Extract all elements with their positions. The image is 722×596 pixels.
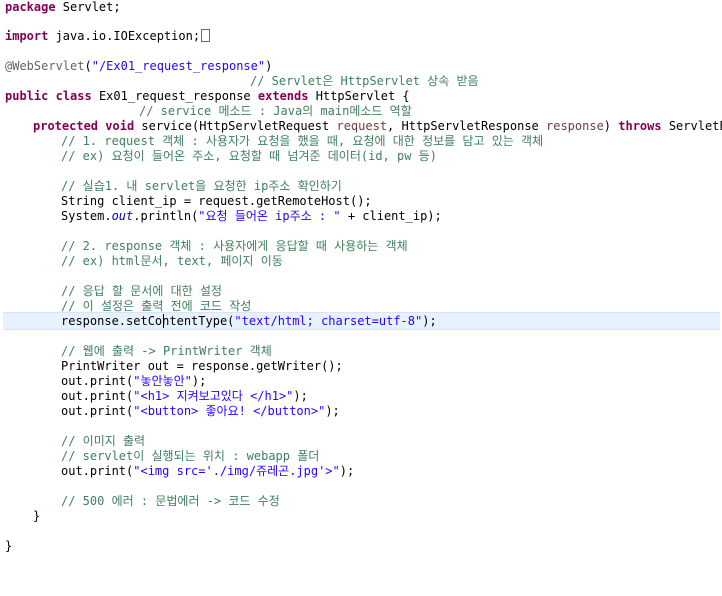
code-line-10: // 1. request 객체 : 사용자가 요청을 했을 때, 요청에 대한…	[61, 134, 543, 149]
code-text: (	[84, 59, 92, 73]
code-line-37: }	[5, 539, 12, 554]
code-line-35: }	[33, 509, 40, 524]
code-line-20: // 응답 할 문서에 대한 설정	[61, 284, 222, 299]
closing-brace: }	[5, 539, 13, 553]
string-literal: "<h1> 지켜보고있다 </h1>"	[133, 389, 294, 403]
code-text: );	[293, 389, 308, 403]
comment: // 이 설정은 출력 전에 코드 작성	[61, 299, 252, 313]
code-text: );	[191, 374, 207, 388]
code-editor[interactable]: package Servlet; import java.io.IOExcept…	[0, 0, 722, 596]
code-line-34: // 500 에러 : 문법에러 -> 코드 수정	[61, 494, 280, 509]
code-text: Servlet;	[55, 0, 121, 14]
comment: // service 메소드 : Java의 main메소드 역할	[139, 104, 412, 118]
code-text: System.	[61, 209, 112, 223]
code-line-28: out.print("<button> 좋아요! </button>");	[61, 404, 340, 419]
replacement-char-icon	[201, 29, 211, 42]
code-text: )	[603, 119, 619, 133]
keyword: void	[105, 119, 135, 133]
comment: // 500 에러 : 문법에러 -> 코드 수정	[61, 494, 280, 508]
keyword: package	[5, 0, 56, 14]
code-line-6: // Servlet은 HttpServlet 상속 받음	[250, 74, 479, 89]
comment: // 1. request 객체 : 사용자가 요청을 했을 때, 요청에 대한…	[61, 134, 544, 148]
code-text: .println(	[133, 209, 199, 223]
code-line-25: PrintWriter out = response.getWriter();	[61, 359, 343, 374]
code-text: PrintWriter out = response.getWriter();	[61, 359, 343, 373]
keyword: class	[55, 89, 92, 103]
code-line-15: System.out.println("요청 들어온 ip주소 : " + cl…	[61, 209, 442, 224]
code-text: java.io.IOException;	[48, 29, 201, 43]
code-text: out.print(	[61, 464, 134, 478]
code-line-1: package Servlet;	[5, 0, 121, 15]
code-text: response.setContentType(	[61, 314, 235, 328]
static-field: out	[111, 209, 134, 223]
comment: // ex) 요청이 들어온 주소, 요청할 때 넘겨준 데이터(id, pw …	[61, 149, 437, 163]
code-line-8: // service 메소드 : Java의 main메소드 역할	[139, 104, 412, 119]
keyword: extends	[257, 89, 309, 103]
string-literal: "요청 들어온 ip주소 : "	[198, 209, 341, 223]
text-caret	[163, 314, 164, 328]
comment: // Servlet은 HttpServlet 상속 받음	[250, 74, 479, 88]
editor-gutter	[0, 0, 3, 596]
code-text: out.print(	[61, 404, 134, 418]
code-text: service(HttpServletRequest	[134, 119, 337, 133]
code-line-21: // 이 설정은 출력 전에 코드 작성	[61, 299, 251, 314]
parameter: response	[546, 119, 604, 133]
comment: // 응답 할 문서에 대한 설정	[61, 284, 222, 298]
code-line-14: String client_ip = request.getRemoteHost…	[61, 194, 372, 209]
code-text: ServletExc	[668, 119, 722, 133]
comment: // 웹에 출력 -> PrintWriter 객체	[61, 344, 272, 358]
code-text: HttpServlet {	[308, 89, 410, 103]
string-literal: "놓안놓안"	[133, 374, 192, 388]
code-line-22: response.setContentType("text/html; char…	[61, 314, 437, 329]
code-text: );	[422, 314, 437, 328]
keyword: protected	[33, 119, 99, 133]
code-line-32: out.print("<img src='./img/쥬레곤.jpg'>");	[61, 464, 354, 479]
code-line-26: out.print("놓안놓안");	[61, 374, 206, 389]
string-literal: "text/html; charset=utf-8"	[234, 314, 423, 328]
annotation: @WebServlet	[5, 59, 85, 73]
code-line-7: public class Ex01_request_response exten…	[5, 89, 410, 104]
code-text: )	[265, 59, 273, 73]
string-literal: "/Ex01_request_response"	[91, 59, 266, 73]
keyword: throws	[618, 119, 662, 133]
code-text: , HttpServletResponse	[387, 119, 546, 133]
code-text: String client_ip = request.getRemoteHost…	[61, 194, 372, 208]
code-text: + client_ip);	[340, 209, 442, 223]
keyword: import	[5, 29, 49, 43]
code-line-5: @WebServlet("/Ex01_request_response")	[5, 59, 272, 74]
comment: // 2. response 객체 : 사용자에게 응답할 때 사용하는 객체	[61, 239, 408, 253]
code-line-27: out.print("<h1> 지켜보고있다 </h1>");	[61, 389, 308, 404]
code-line-18: // ex) html문서, text, 페이지 이동	[61, 254, 283, 269]
string-literal: "<img src='./img/쥬레곤.jpg'>"	[133, 464, 340, 478]
code-line-31: // servlet이 실행되는 위치 : webapp 폴더	[61, 449, 319, 464]
code-line-13: // 실습1. 내 servlet을 요청한 ip주소 확인하기	[61, 179, 342, 194]
keyword: public	[5, 89, 49, 103]
code-line-3: import java.io.IOException;	[5, 29, 211, 44]
closing-brace: }	[33, 509, 41, 523]
comment: // 이미지 출력	[61, 434, 146, 448]
comment: // 실습1. 내 servlet을 요청한 ip주소 확인하기	[61, 179, 342, 193]
string-literal: "<button> 좋아요! </button>"	[133, 404, 326, 418]
comment: // ex) html문서, text, 페이지 이동	[61, 254, 283, 268]
comment: // servlet이 실행되는 위치 : webapp 폴더	[61, 449, 320, 463]
code-line-30: // 이미지 출력	[61, 434, 145, 449]
code-text: out.print(	[61, 389, 134, 403]
code-line-11: // ex) 요청이 들어온 주소, 요청할 때 넘겨준 데이터(id, pw …	[61, 149, 437, 164]
code-text: out.print(	[61, 374, 134, 388]
code-text: );	[325, 404, 340, 418]
code-line-17: // 2. response 객체 : 사용자에게 응답할 때 사용하는 객체	[61, 239, 408, 254]
code-line-9: protected void service(HttpServletReques…	[33, 119, 722, 134]
code-line-24: // 웹에 출력 -> PrintWriter 객체	[61, 344, 272, 359]
class-name: Ex01_request_response	[91, 89, 258, 103]
parameter: request	[336, 119, 388, 133]
code-text: );	[339, 464, 355, 478]
